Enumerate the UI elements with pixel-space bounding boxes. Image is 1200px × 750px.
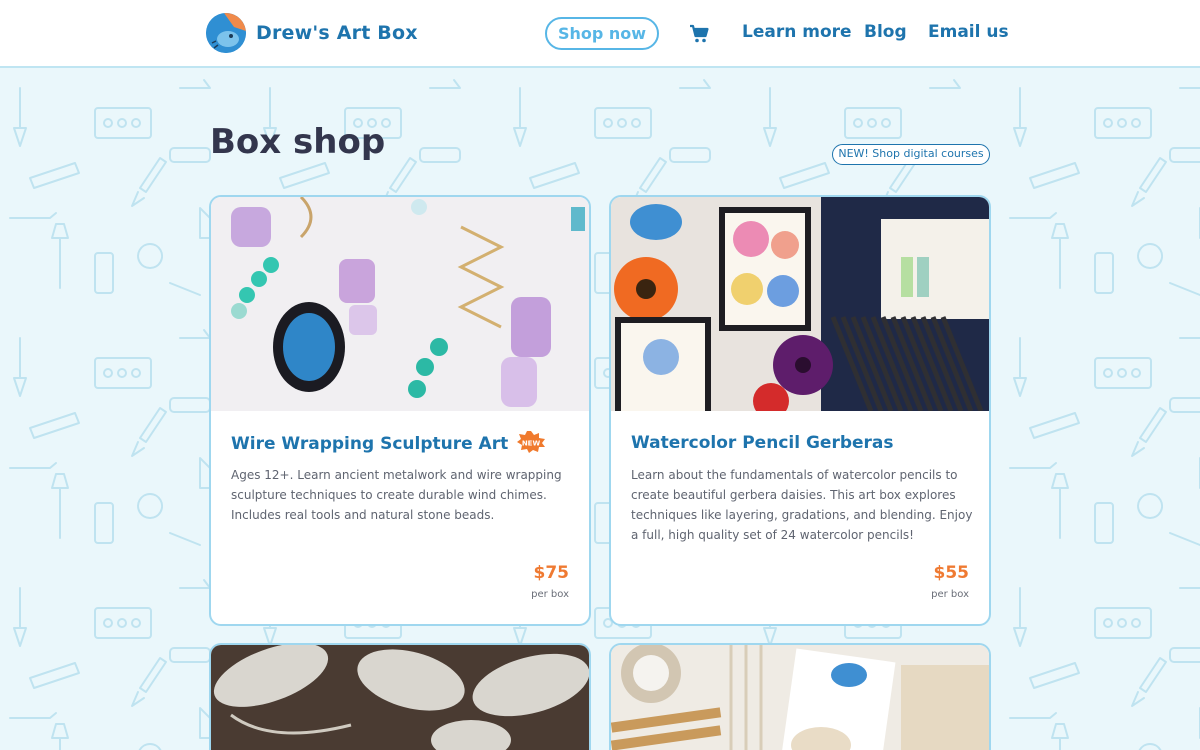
new-badge: NEW — [516, 431, 546, 453]
product-image-wire-wrapping — [211, 197, 589, 411]
product-card-watercolor-gerberas[interactable]: Watercolor Pencil Gerberas Learn about t… — [609, 195, 991, 626]
price-unit: per box — [531, 589, 569, 600]
page-title: Box shop — [210, 122, 386, 162]
product-image-watercolor-gerberas — [611, 197, 989, 411]
svg-text:NEW: NEW — [522, 440, 541, 448]
product-title: Watercolor Pencil Gerberas — [631, 433, 894, 453]
product-card-macrame-feathers[interactable] — [209, 643, 591, 750]
logo[interactable]: Drew's Art Box — [206, 13, 418, 53]
product-description: Ages 12+. Learn ancient metalwork and wi… — [231, 468, 562, 522]
logo-text: Drew's Art Box — [256, 22, 418, 44]
hedgehog-logo-icon — [206, 13, 246, 53]
nav-blog[interactable]: Blog — [864, 22, 907, 42]
product-card-macrame-kit[interactable] — [609, 643, 991, 750]
product-price: $55 — [933, 563, 970, 583]
product-card-wire-wrapping[interactable]: Wire Wrapping Sculpture Art NEW Ages 12+… — [209, 195, 591, 626]
cart-icon[interactable] — [689, 24, 709, 44]
nav-learn-more[interactable]: Learn more — [742, 22, 852, 42]
product-description: Learn about the fundamentals of watercol… — [631, 468, 973, 542]
background-pattern — [0, 68, 1200, 750]
product-price: $75 — [533, 563, 570, 583]
product-image-macrame-kit — [611, 645, 989, 750]
nav-email-us[interactable]: Email us — [928, 22, 1009, 42]
price-unit: per box — [931, 589, 969, 600]
site-header: Drew's Art Box Shop now Learn more Blog … — [0, 0, 1200, 68]
product-image-macrame-feathers — [211, 645, 589, 750]
shop-now-button[interactable]: Shop now — [545, 17, 659, 50]
shop-digital-courses-link[interactable]: NEW! Shop digital courses — [832, 144, 990, 165]
product-title: Wire Wrapping Sculpture Art NEW — [231, 431, 546, 455]
